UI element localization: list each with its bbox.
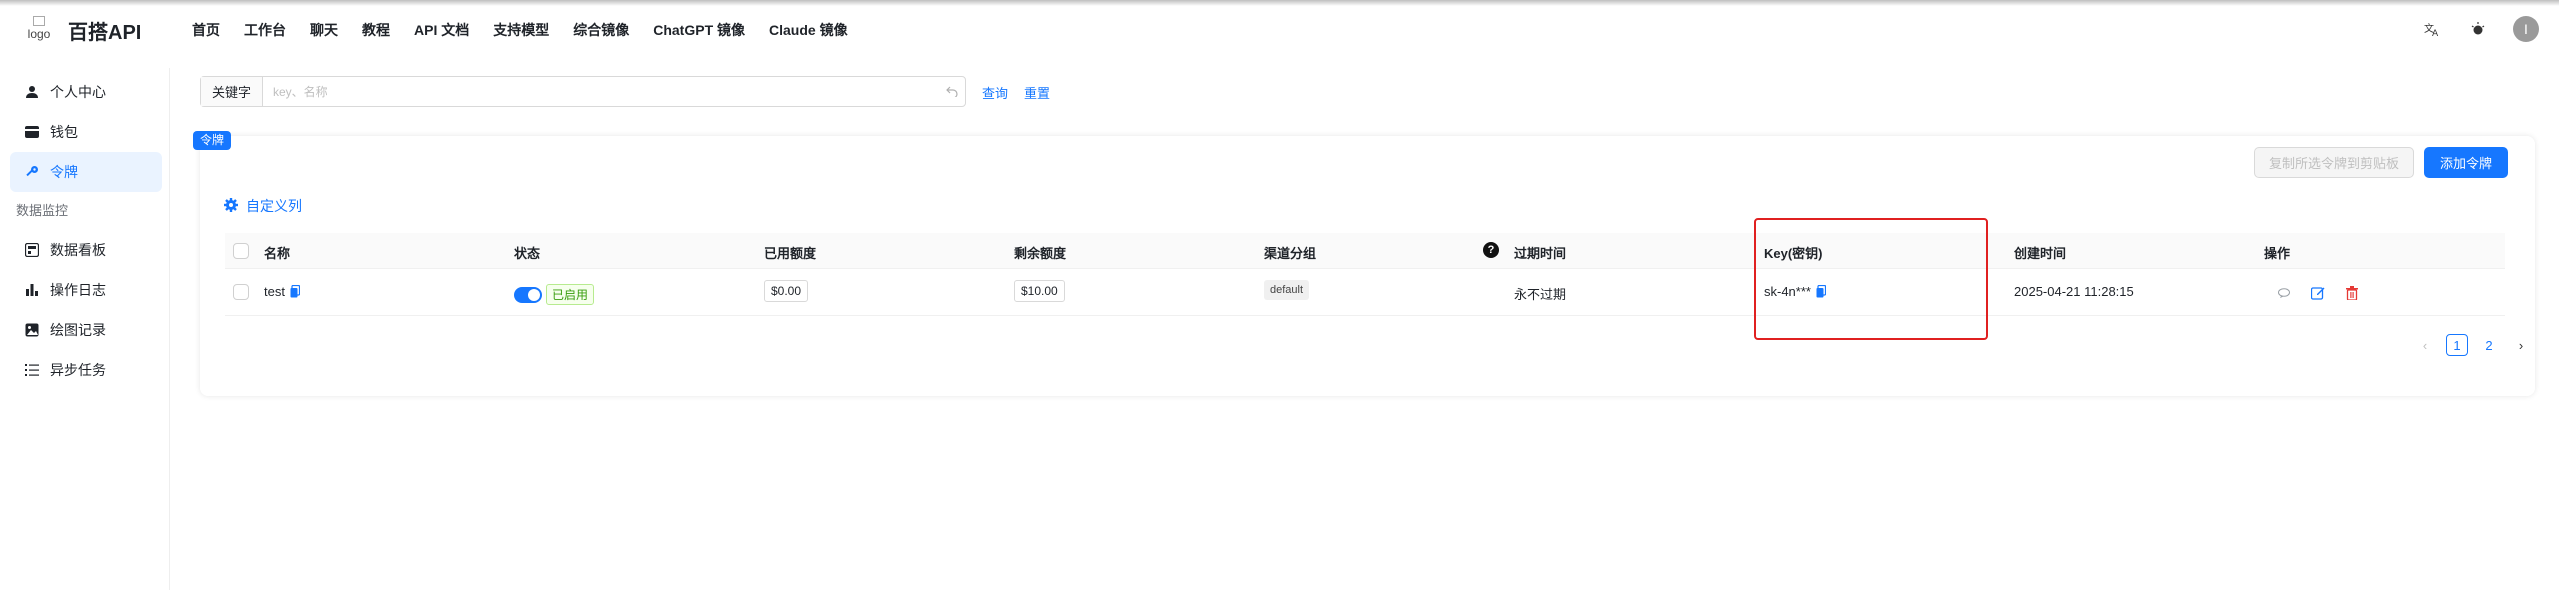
column-header-name[interactable]: 名称 xyxy=(264,243,290,262)
chat-icon[interactable] xyxy=(2275,284,2293,302)
nav-item-claude-mirror[interactable]: Claude 镜像 xyxy=(769,20,848,40)
gear-icon xyxy=(224,197,238,215)
bar-chart-icon xyxy=(24,282,40,298)
sidebar-item-async-tasks[interactable]: 异步任务 xyxy=(10,350,162,390)
brand-name[interactable]: 百搭API xyxy=(68,16,141,45)
nav-item-chatgpt-mirror[interactable]: ChatGPT 镜像 xyxy=(653,20,745,40)
logo-image: logo xyxy=(24,16,54,46)
avatar[interactable]: I xyxy=(2513,16,2539,42)
column-header-used[interactable]: 已用额度 xyxy=(764,243,816,262)
header-actions: 文A I xyxy=(2421,16,2539,42)
logo-alt-text: logo xyxy=(27,27,51,41)
reset-button[interactable]: 重置 xyxy=(1024,83,1050,102)
sidebar-item-label: 操作日志 xyxy=(50,282,106,298)
image-icon xyxy=(24,322,40,338)
search-prefix-label: 关键字 xyxy=(201,77,263,106)
cell-name: test xyxy=(264,284,301,299)
edit-icon[interactable] xyxy=(2309,284,2327,302)
sidebar-item-operation-log[interactable]: 操作日志 xyxy=(10,270,162,310)
cell-group: default xyxy=(1264,280,1310,300)
nav-item-mirror[interactable]: 综合镜像 xyxy=(573,20,629,40)
key-icon xyxy=(24,164,40,180)
cell-actions xyxy=(2275,284,2377,302)
main-nav: 首页 工作台 聊天 教程 API 文档 支持模型 综合镜像 ChatGPT 镜像… xyxy=(192,20,872,40)
translate-icon[interactable]: 文A xyxy=(2421,18,2443,40)
column-header-created[interactable]: 创建时间 xyxy=(2014,243,2066,262)
help-icon[interactable]: ? xyxy=(1483,242,1499,258)
token-badge: 令牌 xyxy=(193,131,232,150)
group-tag: default xyxy=(1264,280,1310,300)
cell-status: 已启用 xyxy=(514,284,595,305)
search-bar: 关键字 xyxy=(200,76,966,107)
delete-icon[interactable] xyxy=(2343,284,2361,302)
search-input[interactable] xyxy=(263,78,939,105)
cell-remaining: $10.00 xyxy=(1014,280,1065,302)
page-2[interactable]: 2 xyxy=(2478,334,2500,356)
cell-expire: 永不过期 xyxy=(1514,287,1567,302)
sidebar-group-label: 数据监控 xyxy=(16,203,69,218)
theme-toggle-icon[interactable] xyxy=(2467,18,2489,40)
nav-item-models[interactable]: 支持模型 xyxy=(493,20,549,40)
custom-columns-label: 自定义列 xyxy=(246,198,302,214)
status-toggle[interactable] xyxy=(514,286,542,303)
user-icon xyxy=(24,84,40,100)
sidebar-item-label: 个人中心 xyxy=(50,84,106,100)
sidebar-item-profile[interactable]: 个人中心 xyxy=(10,72,162,112)
nav-item-home[interactable]: 首页 xyxy=(192,20,220,40)
top-header: logo 百搭API 首页 工作台 聊天 教程 API 文档 支持模型 综合镜像… xyxy=(0,6,2559,54)
column-header-expire[interactable]: 过期时间 xyxy=(1514,243,1566,262)
undo-icon[interactable] xyxy=(939,84,965,100)
sidebar-item-label: 绘图记录 xyxy=(50,322,106,338)
nav-item-tutorial[interactable]: 教程 xyxy=(362,20,390,40)
task-list-icon xyxy=(24,362,40,378)
used-quota: $0.00 xyxy=(764,280,809,302)
prev-page-icon[interactable]: ‹ xyxy=(2414,334,2436,356)
query-button[interactable]: 查询 xyxy=(982,83,1008,102)
wallet-icon xyxy=(24,124,40,140)
add-token-button[interactable]: 添加令牌 xyxy=(2424,147,2508,178)
svg-text:A: A xyxy=(2432,29,2439,37)
column-header-group[interactable]: 渠道分组 xyxy=(1264,243,1316,262)
column-header-actions: 操作 xyxy=(2264,246,2291,261)
nav-item-workbench[interactable]: 工作台 xyxy=(244,20,286,40)
select-all-checkbox[interactable] xyxy=(233,243,249,259)
custom-columns-button[interactable]: 自定义列 xyxy=(224,196,302,216)
status-badge: 已启用 xyxy=(546,284,595,305)
remaining-quota: $10.00 xyxy=(1014,280,1065,302)
column-header-remaining[interactable]: 剩余额度 xyxy=(1014,243,1066,262)
copy-icon[interactable] xyxy=(289,285,301,299)
nav-item-chat[interactable]: 聊天 xyxy=(310,20,338,40)
copy-selected-button[interactable]: 复制所选令牌到剪贴板 xyxy=(2254,147,2414,178)
sidebar: 个人中心 钱包 令牌 数据监控 数据看板 操作日志 绘图记录 异步任务 xyxy=(0,68,170,590)
table-row: test 已启用 $0.00 $10.00 default 永不过期 sk-4n… xyxy=(225,270,2505,316)
row-select-checkbox[interactable] xyxy=(233,284,249,300)
column-header-status[interactable]: 状态 xyxy=(514,243,540,262)
dashboard-icon xyxy=(24,242,40,258)
cell-used: $0.00 xyxy=(764,280,809,302)
nav-item-api-docs[interactable]: API 文档 xyxy=(414,20,469,40)
sidebar-item-drawing-log[interactable]: 绘图记录 xyxy=(10,310,162,350)
sidebar-item-wallet[interactable]: 钱包 xyxy=(10,112,162,152)
sidebar-item-label: 数据看板 xyxy=(50,242,106,258)
token-name: test xyxy=(264,284,285,299)
key-column-highlight xyxy=(1754,218,1988,340)
sidebar-item-tokens[interactable]: 令牌 xyxy=(10,152,162,192)
page-1[interactable]: 1 xyxy=(2446,334,2468,356)
sidebar-item-label: 钱包 xyxy=(50,124,78,140)
sidebar-item-label: 异步任务 xyxy=(50,362,106,378)
sidebar-item-label: 令牌 xyxy=(50,164,78,180)
pagination: ‹ 1 2 › xyxy=(2414,334,2532,356)
sidebar-item-dashboard[interactable]: 数据看板 xyxy=(10,230,162,270)
next-page-icon[interactable]: › xyxy=(2510,334,2532,356)
table-header: 名称 状态 已用额度 剩余额度 渠道分组 ? 过期时间 Key(密钥) 创建时间… xyxy=(225,233,2505,269)
cell-created: 2025-04-21 11:28:15 xyxy=(2014,284,2134,299)
